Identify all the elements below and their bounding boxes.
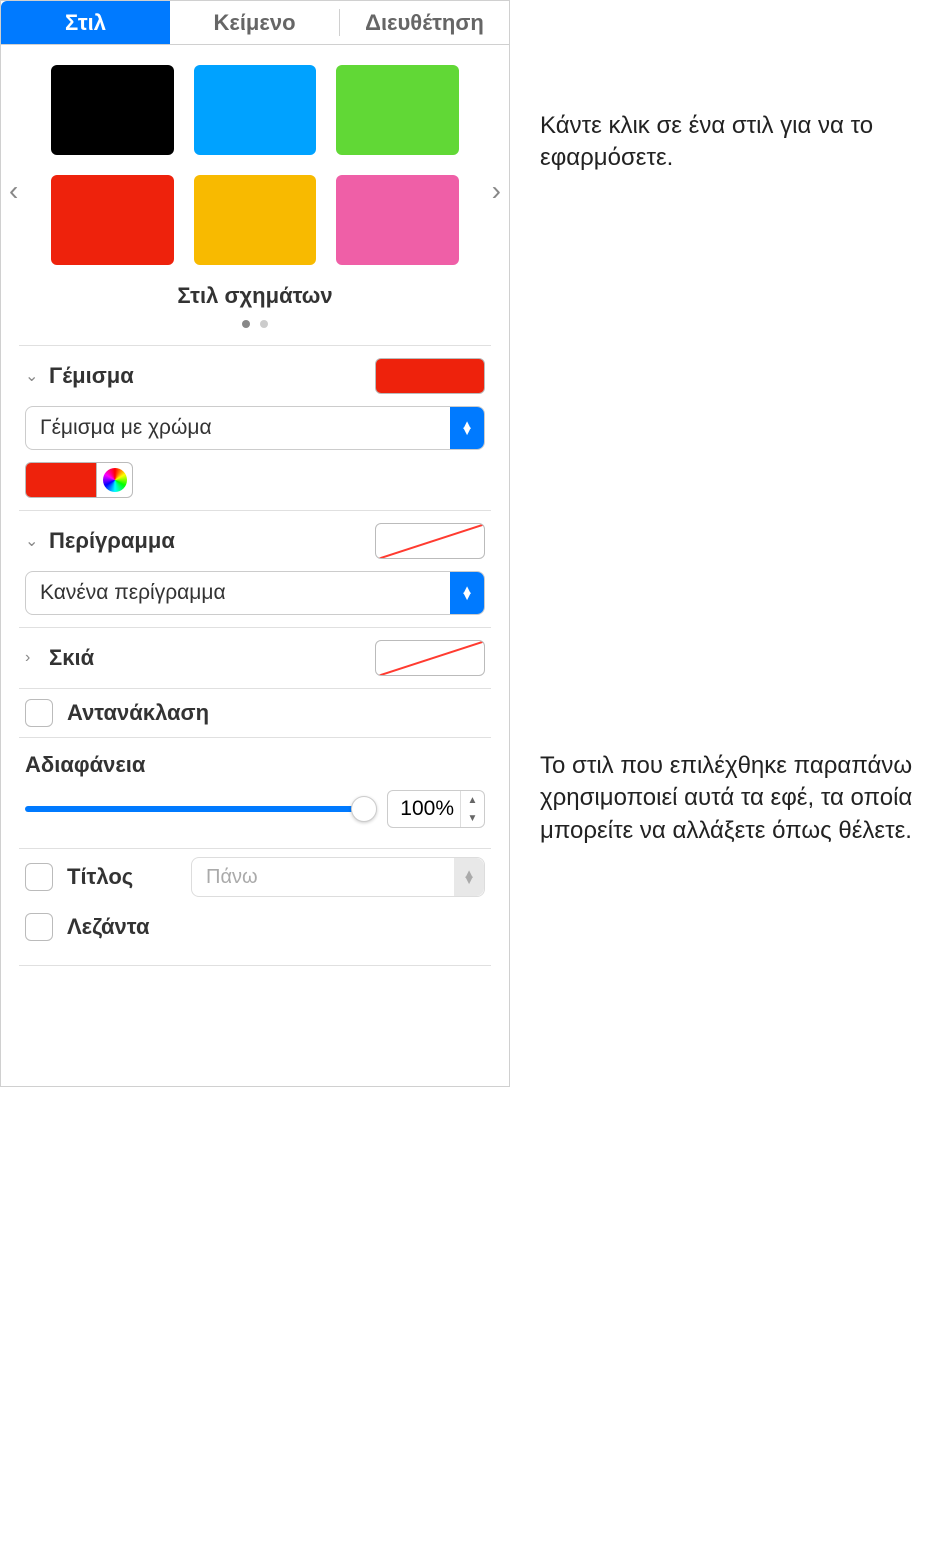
chevron-down-icon[interactable]: ⌄ (25, 531, 43, 551)
title-checkbox[interactable] (25, 863, 53, 891)
popup-arrows-icon: ▲▼ (454, 858, 484, 896)
fill-color-well[interactable] (375, 358, 485, 394)
fill-type-value: Γέμισμα με χρώμα (26, 416, 450, 440)
border-color-well[interactable] (375, 523, 485, 559)
chevron-right-icon[interactable]: › (492, 175, 501, 207)
fill-color-swatch[interactable] (25, 462, 97, 498)
stepper-arrows: ▲ ▼ (460, 791, 484, 827)
chevron-right-icon[interactable]: › (25, 649, 43, 667)
page-dots (11, 315, 499, 333)
callout-effects: Το στιλ που επιλέχθηκε παραπάνω χρησιμοπ… (540, 750, 939, 847)
styles-grid (11, 65, 499, 265)
opacity-value: 100% (388, 797, 460, 821)
chevron-left-icon[interactable]: ‹ (9, 175, 18, 207)
color-picker-button[interactable] (97, 462, 133, 498)
shadow-label: Σκιά (49, 645, 94, 671)
callouts: Κάντε κλικ σε ένα στιλ για να το εφαρμόσ… (510, 0, 939, 1087)
shape-styles-label: Στιλ σχημάτων (11, 283, 499, 309)
slider-thumb[interactable] (351, 796, 377, 822)
popup-arrows-icon: ▲▼ (450, 572, 484, 614)
tab-text[interactable]: Κείμενο (170, 1, 339, 44)
shape-styles-section: ‹ › Στιλ σχημάτων (1, 45, 509, 333)
fill-type-popup[interactable]: Γέμισμα με χρώμα ▲▼ (25, 406, 485, 450)
style-swatch-black[interactable] (51, 65, 174, 155)
tab-arrange[interactable]: Διευθέτηση (340, 1, 509, 44)
dot-1[interactable] (242, 320, 250, 328)
style-swatch-red[interactable] (51, 175, 174, 265)
caption-label: Λεζάντα (67, 914, 150, 940)
spacer (1, 966, 509, 1086)
tabs: Στιλ Κείμενο Διευθέτηση (1, 1, 509, 45)
style-swatch-orange[interactable] (194, 175, 317, 265)
color-wheel-icon (103, 468, 127, 492)
opacity-section: Αδιαφάνεια 100% ▲ ▼ (1, 738, 509, 848)
style-swatch-green[interactable] (336, 65, 459, 155)
style-swatch-blue[interactable] (194, 65, 317, 155)
opacity-label: Αδιαφάνεια (25, 752, 485, 778)
opacity-stepper[interactable]: 100% ▲ ▼ (387, 790, 485, 828)
shadow-section: › Σκιά (1, 628, 509, 688)
title-position-value: Πάνω (192, 866, 454, 889)
dot-2[interactable] (260, 320, 268, 328)
reflection-row: Αντανάκλαση (1, 689, 509, 737)
stepper-down-icon[interactable]: ▼ (461, 809, 484, 827)
title-position-popup[interactable]: Πάνω ▲▼ (191, 857, 485, 897)
callout-apply-style: Κάντε κλικ σε ένα στιλ για να το εφαρμόσ… (540, 110, 939, 175)
fill-section: ⌄ Γέμισμα Γέμισμα με χρώμα ▲▼ (1, 346, 509, 510)
popup-arrows-icon: ▲▼ (450, 407, 484, 449)
fill-color-strip (25, 462, 485, 498)
border-type-value: Κανένα περίγραμμα (26, 581, 450, 605)
chevron-down-icon[interactable]: ⌄ (25, 366, 43, 386)
border-label: Περίγραμμα (49, 528, 175, 554)
border-section: ⌄ Περίγραμμα Κανένα περίγραμμα ▲▼ (1, 511, 509, 627)
opacity-slider[interactable] (25, 798, 373, 820)
stepper-up-icon[interactable]: ▲ (461, 791, 484, 809)
style-swatch-pink[interactable] (336, 175, 459, 265)
slider-track (25, 806, 373, 812)
reflection-label: Αντανάκλαση (67, 700, 209, 726)
format-panel: Στιλ Κείμενο Διευθέτηση ‹ › Στιλ σχημάτω… (0, 0, 510, 1087)
border-type-popup[interactable]: Κανένα περίγραμμα ▲▼ (25, 571, 485, 615)
caption-checkbox[interactable] (25, 913, 53, 941)
reflection-checkbox[interactable] (25, 699, 53, 727)
fill-label: Γέμισμα (49, 363, 134, 389)
tab-style[interactable]: Στιλ (1, 1, 170, 44)
caption-row: Λεζάντα (1, 905, 509, 949)
title-row: Τίτλος Πάνω ▲▼ (1, 849, 509, 905)
shadow-well[interactable] (375, 640, 485, 676)
title-label: Τίτλος (67, 864, 177, 890)
